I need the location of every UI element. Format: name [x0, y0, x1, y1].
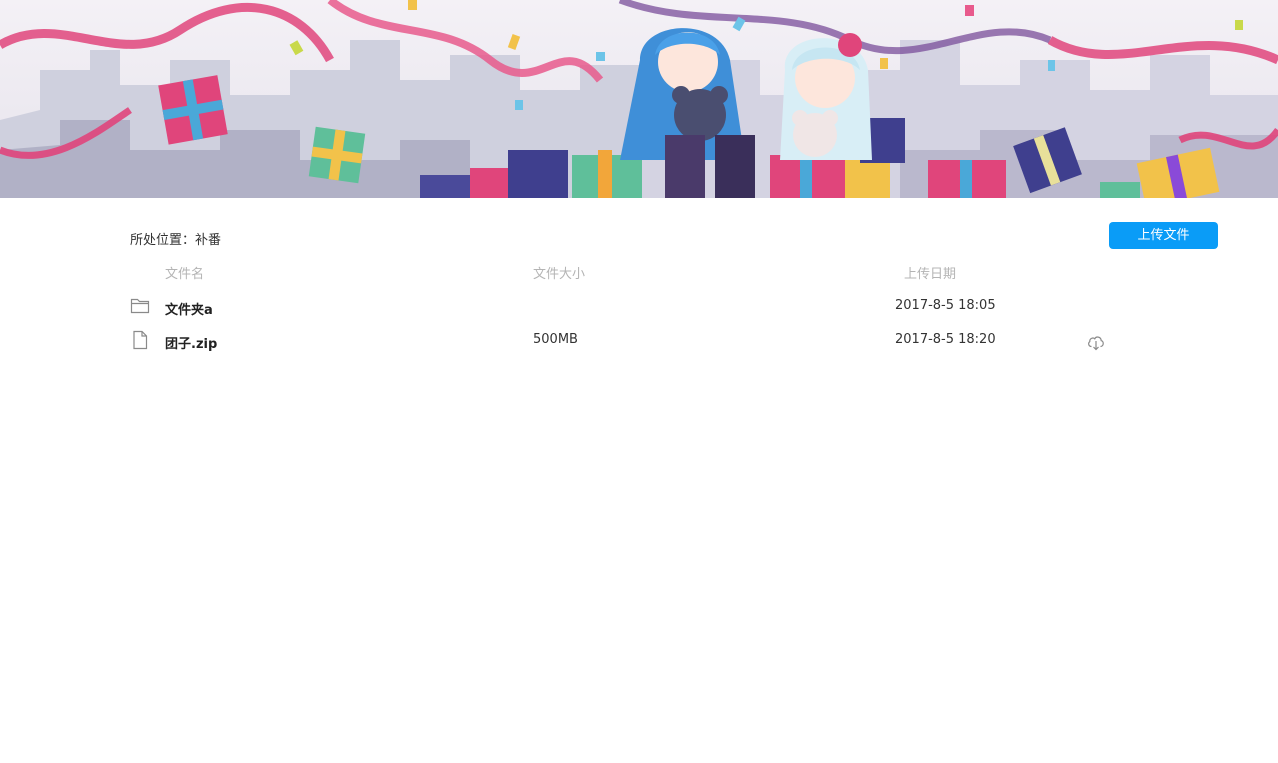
- file-icon: [130, 330, 150, 350]
- file-name-link[interactable]: 文件夹a: [165, 299, 213, 318]
- file-name-link[interactable]: 团子.zip: [165, 333, 217, 352]
- header-banner: [0, 0, 1278, 198]
- file-size: 500MB: [533, 332, 578, 347]
- banner-illustration: [0, 0, 1278, 198]
- folder-icon: [130, 296, 150, 316]
- column-header-date: 上传日期: [904, 267, 957, 282]
- column-header-size: 文件大小: [533, 267, 586, 282]
- file-date: 2017-8-5 18:20: [895, 332, 996, 347]
- cloud-download-icon[interactable]: [1086, 332, 1106, 352]
- file-date: 2017-8-5 18:05: [895, 298, 996, 313]
- upload-file-button[interactable]: 上传文件: [1109, 222, 1218, 249]
- breadcrumb: 所处位置：补番: [130, 233, 222, 248]
- column-header-name: 文件名: [165, 267, 205, 282]
